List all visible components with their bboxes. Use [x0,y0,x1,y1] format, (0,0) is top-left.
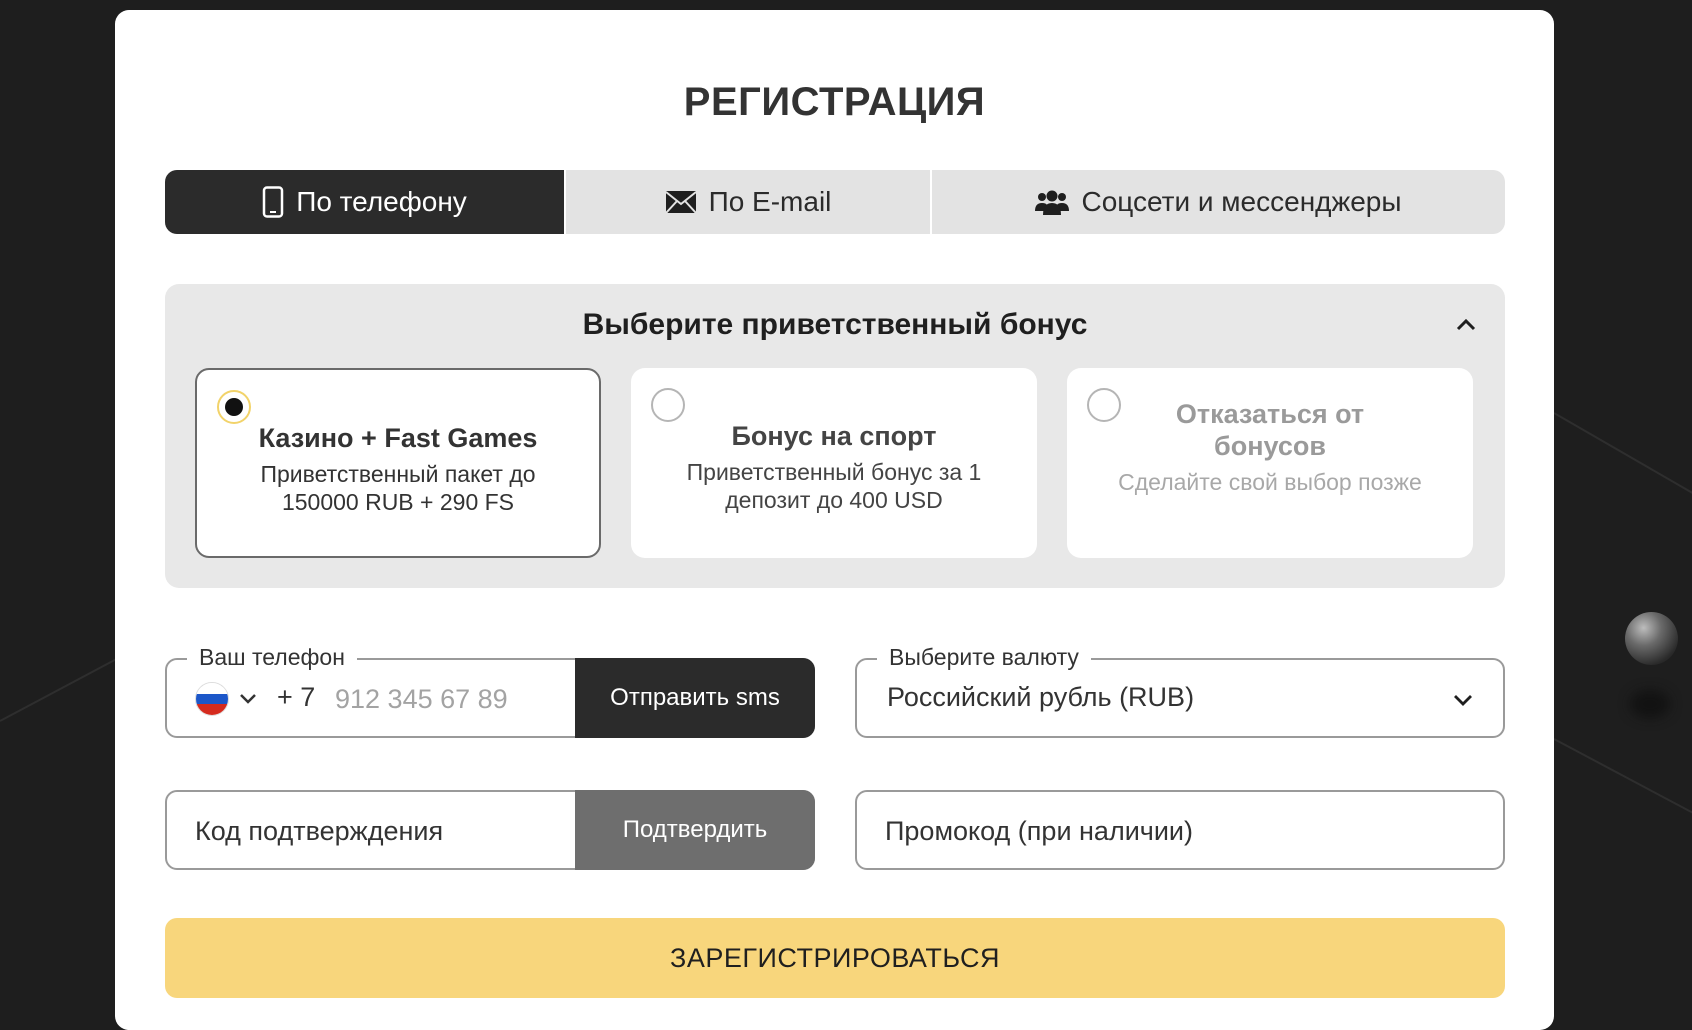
bonus-option-desc: Приветственный бонус за 1 депозит до 400… [631,458,1037,514]
confirmation-code-input[interactable] [195,806,545,856]
promo-field [855,790,1505,870]
russia-flag-icon[interactable] [195,682,229,716]
decor-ball [1625,612,1678,665]
tab-label: По E-mail [709,186,832,218]
page-title: РЕГИСТРАЦИЯ [115,80,1554,125]
code-field: Подтвердить [165,790,815,870]
bonus-option-title: Бонус на спорт [631,420,1037,452]
bg-line [1554,412,1692,494]
bonus-title: Выберите приветственный бонус [165,308,1505,342]
phone-prefix: + 7 [277,682,315,713]
bonus-panel: Выберите приветственный бонус Казино + F… [165,284,1505,588]
registration-modal: РЕГИСТРАЦИЯ По телефону По E-mail [115,10,1554,1030]
chevron-down-icon[interactable] [237,688,259,710]
bonus-option-title: Отказаться от бонусов [1067,398,1473,462]
bonus-option-decline[interactable]: Отказаться от бонусов Сделайте свой выбо… [1067,368,1473,558]
tab-email[interactable]: По E-mail [566,170,932,234]
confirm-button[interactable]: Подтвердить [575,790,815,870]
tab-phone[interactable]: По телефону [165,170,566,234]
bg-line [0,654,124,721]
phone-label: Ваш телефон [187,642,357,672]
registration-tabs: По телефону По E-mail Соцсети и мессендж… [165,170,1505,234]
envelope-icon [665,190,697,214]
radio-button[interactable] [651,388,685,422]
bonus-option-sport[interactable]: Бонус на спорт Приветственный бонус за 1… [631,368,1037,558]
chevron-up-icon[interactable] [1453,312,1479,338]
send-sms-button[interactable]: Отправить sms [575,658,815,738]
promo-code-input[interactable] [885,806,1465,856]
tab-label: Соцсети и мессенджеры [1081,186,1401,218]
phone-input[interactable] [335,674,555,724]
currency-value: Российский рубль (RUB) [887,682,1194,713]
bonus-option-desc: Сделайте свой выбор позже [1067,468,1473,496]
chevron-down-icon[interactable] [1451,688,1475,712]
bonus-option-casino[interactable]: Казино + Fast Games Приветственный пакет… [195,368,601,558]
currency-label: Выберите валюту [877,642,1091,672]
smartphone-icon [262,186,284,218]
radio-button[interactable] [217,390,251,424]
decor-ball-shadow [1630,690,1670,718]
tab-label: По телефону [296,186,467,218]
users-icon [1035,189,1069,215]
bonus-option-title: Казино + Fast Games [197,422,599,454]
radio-button[interactable] [1087,388,1121,422]
currency-select[interactable]: Выберите валюту Российский рубль (RUB) [855,658,1505,738]
bg-line [1554,738,1692,815]
bonus-option-desc: Приветственный пакет до 150000 RUB + 290… [197,460,599,516]
phone-field: Ваш телефон + 7 Отправить sms [165,658,815,738]
register-button[interactable]: ЗАРЕГИСТРИРОВАТЬСЯ [165,918,1505,998]
tab-social[interactable]: Соцсети и мессенджеры [932,170,1505,234]
